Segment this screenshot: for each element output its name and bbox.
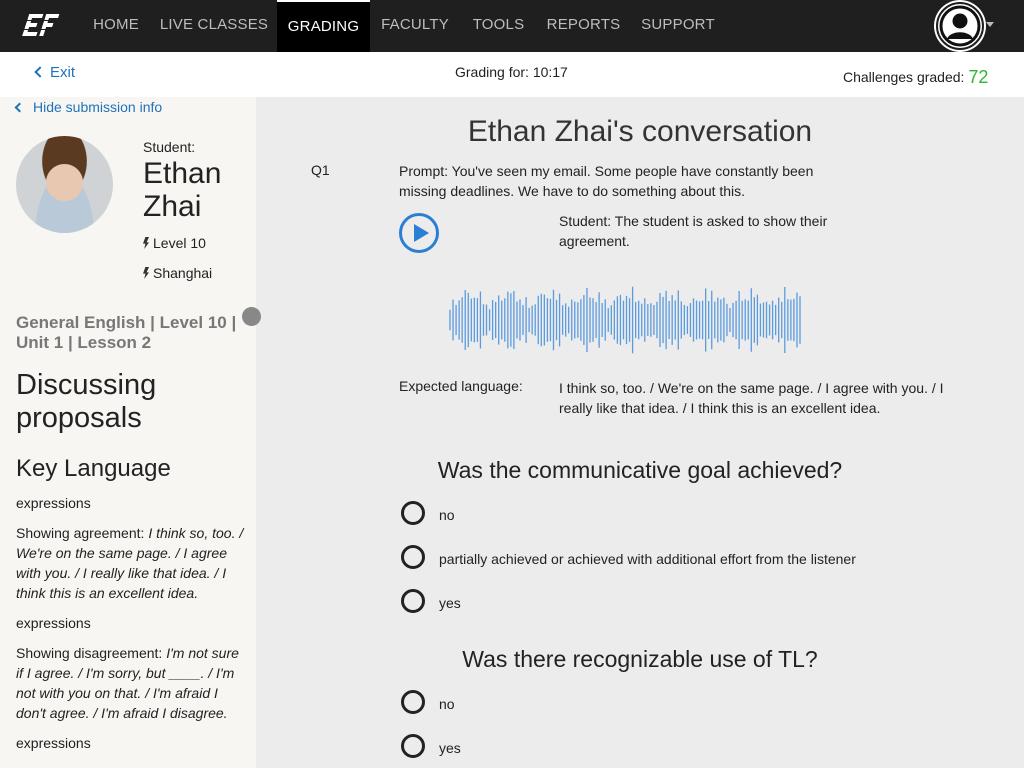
option-label: partially achieved or achieved with addi…	[439, 551, 856, 567]
radio-icon[interactable]	[401, 501, 425, 525]
student-level-text: Level 10	[153, 235, 206, 251]
grading-subheader: Exit Grading for: 10:17 Challenges grade…	[0, 52, 1024, 97]
nav-tools[interactable]: TOOLS	[460, 0, 537, 52]
student-name: Ethan Zhai	[143, 157, 222, 223]
waveform-icon	[449, 286, 801, 354]
question-communicative-goal: Was the communicative goal achieved?	[437, 457, 843, 483]
expected-language-label: Expected language:	[399, 378, 523, 394]
option-label: yes	[439, 740, 461, 756]
agreement-lead: Showing agreement:	[16, 525, 149, 541]
nav-faculty[interactable]: FACULTY	[370, 0, 460, 52]
radio-icon[interactable]	[401, 589, 425, 613]
hide-submission-info-label: Hide submission info	[33, 99, 163, 115]
lesson-title: Discussing proposals	[16, 369, 157, 434]
nav-live-classes[interactable]: LIVE CLASSES	[152, 0, 276, 52]
chevron-down-icon[interactable]	[986, 22, 994, 27]
agreement-expressions: Showing agreement: I think so, too. / We…	[16, 523, 248, 603]
bolt-icon	[143, 267, 149, 279]
student-photo	[16, 136, 113, 233]
option-label: no	[439, 507, 455, 523]
radio-icon[interactable]	[401, 690, 425, 714]
course-breadcrumb: General English | Level 10 | Unit 1 | Le…	[16, 313, 237, 352]
ef-logo-icon[interactable]	[22, 12, 60, 38]
nav-grading[interactable]: GRADING	[277, 0, 370, 52]
option-label: yes	[439, 595, 461, 611]
conversation-title: Ethan Zhai's conversation	[467, 115, 813, 148]
nav-support[interactable]: SUPPORT	[630, 0, 726, 52]
hide-submission-info-link[interactable]: Hide submission info	[14, 99, 163, 115]
option-label: no	[439, 696, 455, 712]
user-avatar-button[interactable]	[936, 2, 984, 50]
play-audio-button[interactable]	[399, 213, 439, 253]
expressions-label: expressions	[16, 735, 91, 751]
chevron-left-icon	[34, 66, 46, 78]
grading-for-text: Grading for: 10:17	[455, 64, 568, 80]
exit-link[interactable]: Exit	[34, 64, 76, 81]
top-navigation: HOME LIVE CLASSES GRADING FACULTY TOOLS …	[0, 0, 1024, 52]
student-city: Shanghai	[143, 265, 212, 281]
radio-icon[interactable]	[401, 734, 425, 758]
expected-language-text: I think so, too. / We're on the same pag…	[559, 380, 944, 416]
disagreement-lead: Showing disagreement:	[16, 645, 167, 661]
sidebar-resize-handle[interactable]	[242, 307, 261, 326]
challenges-count: 72	[968, 67, 989, 87]
challenges-graded: Challenges graded: 72	[843, 66, 988, 87]
bolt-icon	[143, 237, 149, 249]
nav-home[interactable]: HOME	[80, 0, 152, 52]
radio-icon[interactable]	[401, 545, 425, 569]
nav-reports[interactable]: REPORTS	[537, 0, 630, 52]
expressions-label: expressions	[16, 615, 91, 631]
question-number: Q1	[311, 162, 330, 178]
student-task-text: Student: The student is asked to show th…	[559, 213, 828, 249]
grading-main-panel: Ethan Zhai's conversation Q1 Prompt: You…	[256, 97, 1024, 768]
challenges-label: Challenges graded:	[843, 69, 965, 85]
chevron-left-icon	[14, 102, 25, 113]
user-avatar-icon	[939, 5, 981, 47]
student-city-text: Shanghai	[153, 265, 213, 281]
student-level: Level 10	[143, 235, 206, 251]
prompt-text: Prompt: You've seen my email. Some peopl…	[399, 163, 814, 199]
key-language-heading: Key Language	[16, 455, 171, 482]
expressions-label: expressions	[16, 495, 91, 511]
question-tl-use: Was there recognizable use of TL?	[462, 646, 818, 672]
submission-info-sidebar[interactable]: Hide submission info Student: Ethan Zhai…	[0, 97, 256, 768]
student-label: Student:	[143, 139, 196, 155]
exit-label: Exit	[50, 64, 76, 81]
disagreement-expressions: Showing disagreement: I'm not sure if I …	[16, 643, 248, 723]
play-icon	[414, 224, 429, 242]
